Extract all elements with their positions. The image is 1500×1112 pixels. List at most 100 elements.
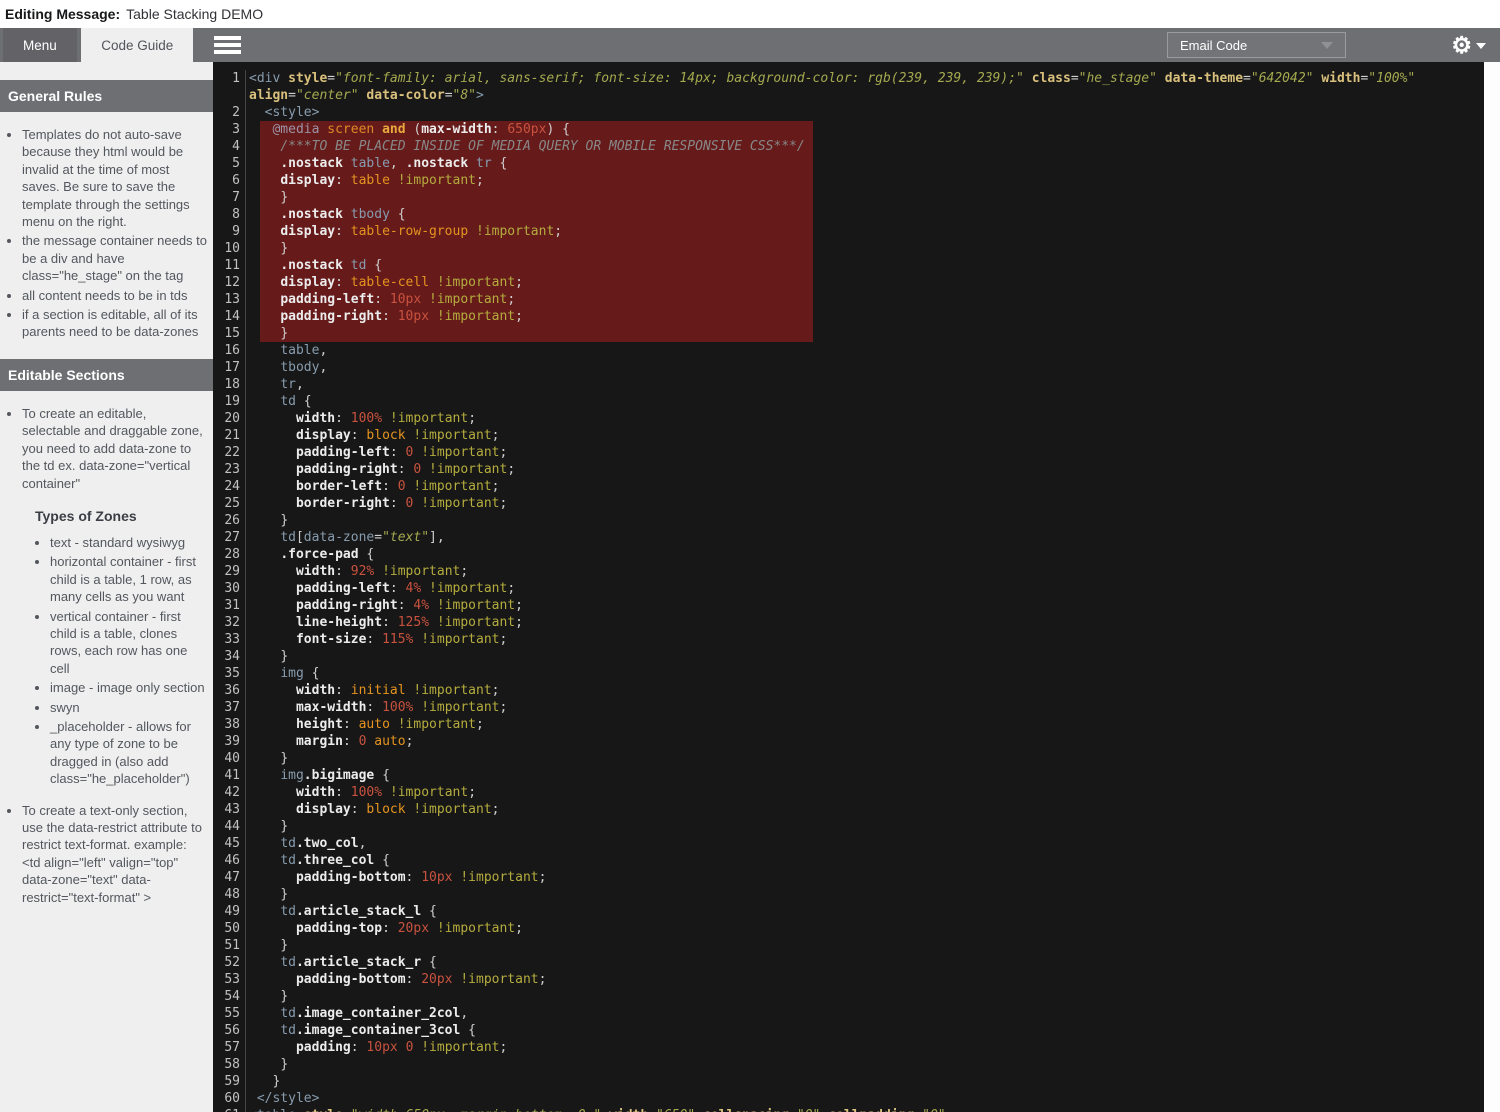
sidebar-bullet-item: To create a text-only section, use the d… bbox=[22, 802, 207, 906]
line-number: 55 bbox=[213, 1005, 246, 1022]
line-number: 44 bbox=[213, 818, 246, 835]
code-line[interactable]: 50 padding-top: 20px !important; bbox=[213, 920, 1484, 937]
code-line[interactable]: 8 .nostack tbody { bbox=[213, 206, 1484, 223]
code-line[interactable]: 49 td.article_stack_l { bbox=[213, 903, 1484, 920]
gear-icon[interactable]: ⚙ bbox=[1451, 30, 1472, 60]
code-line[interactable]: 34 } bbox=[213, 648, 1484, 665]
code-line[interactable]: 45 td.two_col, bbox=[213, 835, 1484, 852]
line-number: 51 bbox=[213, 937, 246, 954]
chevron-down-icon[interactable] bbox=[1476, 43, 1486, 49]
code-line[interactable]: 28 .force-pad { bbox=[213, 546, 1484, 563]
code-line[interactable]: 32 line-height: 125% !important; bbox=[213, 614, 1484, 631]
line-number: 17 bbox=[213, 359, 246, 376]
line-number: 7 bbox=[213, 189, 246, 206]
sidebar-list: Templates do not auto-save because they … bbox=[0, 126, 207, 341]
code-line[interactable]: 46 td.three_col { bbox=[213, 852, 1484, 869]
code-line[interactable]: 57 padding: 10px 0 !important; bbox=[213, 1039, 1484, 1056]
line-number: 53 bbox=[213, 971, 246, 988]
code-line[interactable]: 33 font-size: 115% !important; bbox=[213, 631, 1484, 648]
code-line[interactable]: 1 <div style="font-family: arial, sans-se… bbox=[213, 70, 1484, 104]
tab-bar: Menu Code Guide Email Code ⚙ bbox=[0, 28, 1500, 62]
sidebar-list: text - standard wysiwyg horizontal contai… bbox=[0, 534, 207, 788]
line-number: 59 bbox=[213, 1073, 246, 1090]
line-number: 54 bbox=[213, 988, 246, 1005]
code-editor[interactable]: 1 <div style="font-family: arial, sans-se… bbox=[213, 62, 1484, 1112]
sidebar-bullet-item: text - standard wysiwyg bbox=[50, 534, 207, 551]
code-line[interactable]: 11 .nostack td { bbox=[213, 257, 1484, 274]
code-line[interactable]: 48 } bbox=[213, 886, 1484, 903]
line-number: 42 bbox=[213, 784, 246, 801]
hamburger-menu-icon[interactable] bbox=[214, 36, 241, 57]
line-number: 18 bbox=[213, 376, 246, 393]
code-line[interactable]: 43 display: block !important; bbox=[213, 801, 1484, 818]
line-number: 1 bbox=[213, 70, 246, 104]
code-line[interactable]: 40 } bbox=[213, 750, 1484, 767]
code-line[interactable]: 37 max-width: 100% !important; bbox=[213, 699, 1484, 716]
code-line[interactable]: 30 padding-left: 4% !important; bbox=[213, 580, 1484, 597]
line-number: 11 bbox=[213, 257, 246, 274]
code-line[interactable]: 10 } bbox=[213, 240, 1484, 257]
code-line[interactable]: 18 tr, bbox=[213, 376, 1484, 393]
code-line[interactable]: 25 border-right: 0 !important; bbox=[213, 495, 1484, 512]
code-line[interactable]: 21 display: block !important; bbox=[213, 427, 1484, 444]
code-line[interactable]: 41 img.bigimage { bbox=[213, 767, 1484, 784]
code-line[interactable]: 26 } bbox=[213, 512, 1484, 529]
code-lines[interactable]: 1 <div style="font-family: arial, sans-se… bbox=[213, 62, 1484, 1112]
line-number: 9 bbox=[213, 223, 246, 240]
code-line[interactable]: 61<table style="width:650px; margin-bott… bbox=[213, 1107, 1484, 1112]
code-line[interactable]: 55 td.image_container_2col, bbox=[213, 1005, 1484, 1022]
code-line[interactable]: 9 display: table-row-group !important; bbox=[213, 223, 1484, 240]
code-line[interactable]: 5 .nostack table, .nostack tr { bbox=[213, 155, 1484, 172]
code-line[interactable]: 31 padding-right: 4% !important; bbox=[213, 597, 1484, 614]
code-line[interactable]: 36 width: initial !important; bbox=[213, 682, 1484, 699]
line-number: 46 bbox=[213, 852, 246, 869]
line-number: 47 bbox=[213, 869, 246, 886]
code-line[interactable]: 47 padding-bottom: 10px !important; bbox=[213, 869, 1484, 886]
code-line[interactable]: 59 } bbox=[213, 1073, 1484, 1090]
sidebar-bullet-item: To create an editable, selectable and dr… bbox=[22, 405, 207, 492]
code-line[interactable]: 14 padding-right: 10px !important; bbox=[213, 308, 1484, 325]
code-line[interactable]: 2 <style> bbox=[213, 104, 1484, 121]
line-number: 48 bbox=[213, 886, 246, 903]
code-line[interactable]: 3 @media screen and (max-width: 650px) { bbox=[213, 121, 1484, 138]
code-line[interactable]: 23 padding-right: 0 !important; bbox=[213, 461, 1484, 478]
code-line[interactable]: 44 } bbox=[213, 818, 1484, 835]
line-number: 40 bbox=[213, 750, 246, 767]
code-line[interactable]: 56 td.image_container_3col { bbox=[213, 1022, 1484, 1039]
code-line[interactable]: 38 height: auto !important; bbox=[213, 716, 1484, 733]
code-line[interactable]: 16 table, bbox=[213, 342, 1484, 359]
code-line[interactable]: 6 display: table !important; bbox=[213, 172, 1484, 189]
code-line[interactable]: 4 /***TO BE PLACED INSIDE OF MEDIA QUERY… bbox=[213, 138, 1484, 155]
line-number: 37 bbox=[213, 699, 246, 716]
code-line[interactable]: 54 } bbox=[213, 988, 1484, 1005]
line-number: 26 bbox=[213, 512, 246, 529]
line-number: 14 bbox=[213, 308, 246, 325]
line-number: 6 bbox=[213, 172, 246, 189]
code-line[interactable]: 27 td[data-zone="text"], bbox=[213, 529, 1484, 546]
sidebar-section-header: Editable Sections bbox=[0, 358, 213, 391]
line-number: 19 bbox=[213, 393, 246, 410]
tab-code-guide[interactable]: Code Guide bbox=[81, 28, 194, 62]
code-line[interactable]: 7 } bbox=[213, 189, 1484, 206]
code-line[interactable]: 52 td.article_stack_r { bbox=[213, 954, 1484, 971]
code-line[interactable]: 12 display: table-cell !important; bbox=[213, 274, 1484, 291]
code-line[interactable]: 19 td { bbox=[213, 393, 1484, 410]
line-number: 49 bbox=[213, 903, 246, 920]
code-line[interactable]: 53 padding-bottom: 20px !important; bbox=[213, 971, 1484, 988]
code-line[interactable]: 42 width: 100% !important; bbox=[213, 784, 1484, 801]
code-line[interactable]: 60 </style> bbox=[213, 1090, 1484, 1107]
code-line[interactable]: 13 padding-left: 10px !important; bbox=[213, 291, 1484, 308]
email-code-select[interactable]: Email Code bbox=[1167, 32, 1346, 58]
line-number: 10 bbox=[213, 240, 246, 257]
code-line[interactable]: 35 img { bbox=[213, 665, 1484, 682]
code-line[interactable]: 24 border-left: 0 !important; bbox=[213, 478, 1484, 495]
code-line[interactable]: 58 } bbox=[213, 1056, 1484, 1073]
tab-menu[interactable]: Menu bbox=[3, 28, 77, 62]
code-line[interactable]: 51 } bbox=[213, 937, 1484, 954]
code-line[interactable]: 15 } bbox=[213, 325, 1484, 342]
code-line[interactable]: 20 width: 100% !important; bbox=[213, 410, 1484, 427]
code-line[interactable]: 17 tbody, bbox=[213, 359, 1484, 376]
code-line[interactable]: 22 padding-left: 0 !important; bbox=[213, 444, 1484, 461]
code-line[interactable]: 39 margin: 0 auto; bbox=[213, 733, 1484, 750]
code-line[interactable]: 29 width: 92% !important; bbox=[213, 563, 1484, 580]
